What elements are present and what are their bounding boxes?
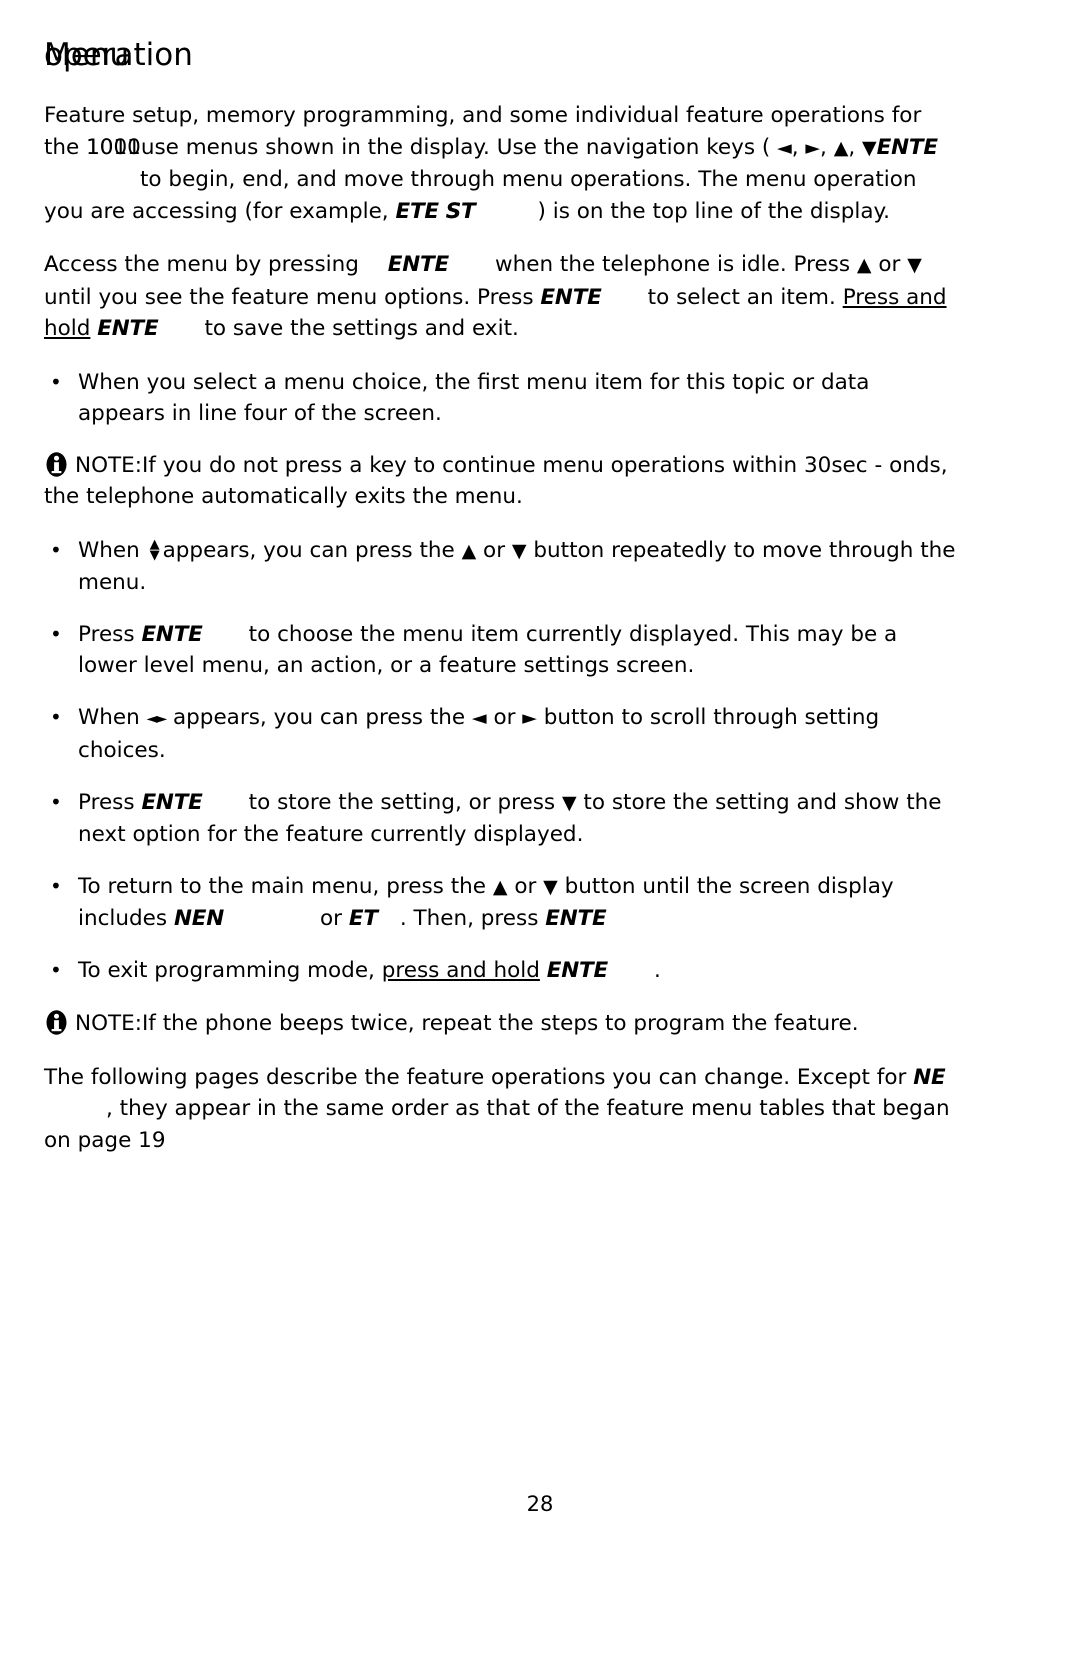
example-key-1: ETE <box>395 198 439 224</box>
bullet-5-post: to store the setting, or press <box>248 789 556 815</box>
arrow-left-icon: ◄ <box>471 706 487 729</box>
access-key-2: ENTE <box>540 284 602 310</box>
list-item: When ▲ ▼ appears, you can press the ▲ or… <box>44 535 960 599</box>
list-item: When you select a menu choice, the first… <box>44 367 960 430</box>
arrow-right-icon: ► <box>522 706 537 729</box>
bullet-6-or: or <box>320 906 343 931</box>
left-right-arrow-icon: ◄► <box>146 710 168 727</box>
info-icon <box>44 1010 69 1035</box>
bullet-7-pre: To exit programming mode, <box>78 957 375 983</box>
arrow-up-icon: ▲ <box>856 254 872 276</box>
intro-line-b-post: use menus shown in the display. Use the … <box>140 134 700 160</box>
bullet-3-key: ENTE <box>141 621 203 647</box>
closing-line-b-pre: for <box>876 1064 907 1090</box>
note-timeout-text-a: If you do not press a key to continue me… <box>141 452 832 478</box>
bullet-7-underlined: press and hold <box>381 957 540 983</box>
intro-line-c-post: to begin, end, and move through menu <box>140 167 564 192</box>
access-key-3: ENTE <box>97 316 159 341</box>
arrow-down-icon: ▼ <box>543 875 558 898</box>
note-timeout: NOTE:If you do not press a key to contin… <box>44 450 960 513</box>
bullet-5-key: ENTE <box>141 789 203 815</box>
bullet-7-key: ENTE <box>546 957 608 983</box>
bullet-2-mid: or <box>483 537 506 563</box>
list-item: To return to the main menu, press the ▲ … <box>44 871 960 935</box>
bullet-list-primary: When you select a menu choice, the first… <box>44 367 960 430</box>
page-content: Menu operation Feature setup, memory pro… <box>44 37 960 1178</box>
intro-line-e: ) is on the top line of the display. <box>537 198 890 224</box>
list-item: To exit programming mode, press and hold… <box>44 955 960 987</box>
list-item: When ◄► appears, you can press the ◄ or … <box>44 702 960 767</box>
bullet-2-pre: When <box>78 537 140 563</box>
access-part-5: to select an item. <box>647 284 836 310</box>
closing-line-b-post: , they appear in the same order as that … <box>106 1096 753 1121</box>
arrow-up-icon: ▲ <box>492 875 508 898</box>
closing-except-overlap: E Except <box>796 1064 870 1090</box>
bullet-5-pre: Press <box>78 789 135 815</box>
arrow-up-icon: ▲ <box>461 539 477 562</box>
list-item: Press ENTEto choose the menu item curren… <box>44 619 960 682</box>
access-part-4: until you see the feature menu options. … <box>44 284 534 310</box>
bullet-list-operations: When ▲ ▼ appears, you can press the ▲ or… <box>44 535 960 987</box>
arrow-right-icon: ► <box>805 136 821 159</box>
model-number-front: 1001 <box>86 134 141 160</box>
note-timeout-hyphen: - <box>874 452 883 478</box>
intro-paragraph: Feature setup, memory programming, and s… <box>44 100 960 227</box>
bullet-6-key-3: ENTE <box>545 906 607 931</box>
bullet-1-text: When you select a menu choice, the first… <box>78 369 870 427</box>
access-lead-overlap: A Access the menu by pressing <box>44 252 359 277</box>
arrow-down-icon: ▼ <box>861 136 877 159</box>
bullet-3-pre: Press <box>78 621 135 647</box>
up-down-arrow-icon: ▲ ▼ <box>148 538 162 563</box>
access-paragraph: A Access the menu by pressing ENTE when th… <box>44 249 960 345</box>
arrow-down-icon: ▼ <box>907 254 922 276</box>
bullet-7-end: . <box>653 957 661 983</box>
bullet-4-post: appears, you can press the <box>172 704 466 730</box>
note-beeps-text: If the phone beeps twice, repeat the ste… <box>141 1011 859 1036</box>
info-icon <box>44 451 69 477</box>
list-item: Press ENTE to store the setting, or press… <box>44 787 960 851</box>
bullet-4-pre: When <box>78 704 140 730</box>
bullet-6-key-1: NEN <box>173 906 225 931</box>
bullet-6-then: . Then, press <box>399 906 539 931</box>
enter-key-label: ENTE <box>876 134 938 160</box>
arrow-up-icon: ▲ <box>833 136 849 159</box>
page-title-primary: Menu <box>44 37 130 73</box>
access-part-3: or <box>878 252 901 277</box>
arrow-left-icon: ◄ <box>777 136 792 159</box>
page-title-overlap: Menu operation <box>44 37 193 74</box>
arrow-down-icon: ▼ <box>511 539 527 562</box>
note-label: NOTE: <box>75 1011 142 1036</box>
closing-line-a: The following pages describe the feature… <box>44 1064 797 1090</box>
bullet-2-post: appears, you can press the <box>162 537 455 563</box>
arrow-down-icon: ▼ <box>561 791 577 814</box>
note-label: NOTE: <box>75 452 142 478</box>
model-numbers-overlap: 1001 1010 <box>86 132 141 164</box>
note-beeps: NOTE:If the phone beeps twice, repeat th… <box>44 1008 960 1040</box>
intro-line-c-pre: keys ( <box>706 134 778 160</box>
bullet-6-pre: To return to the main menu, press the <box>78 873 486 899</box>
intro-line-a: Feature setup, memory programming, and s… <box>44 103 885 128</box>
bullet-6-key-2: ET <box>348 906 378 931</box>
page-number: 28 <box>526 1492 554 1516</box>
access-part-6: to save the settings and exit. <box>204 316 519 341</box>
closing-paragraph: The following pages describe the feature… <box>44 1062 960 1157</box>
arrow-down-icon: ▼ <box>149 547 160 563</box>
manual-page: Menu operation Feature setup, memory pro… <box>0 0 1080 1665</box>
example-key-2: S ST <box>445 198 476 224</box>
note-timeout-sec-overlap: sec <box>831 452 868 478</box>
bullet-6-mid: or <box>514 873 537 899</box>
page-title: Menu operation <box>44 37 960 78</box>
closing-key: NE <box>913 1064 946 1090</box>
bullet-4-mid: or <box>493 704 516 730</box>
access-part-2: when the telephone is idle. Press <box>495 252 851 277</box>
access-key-1: ENTE <box>387 252 449 277</box>
